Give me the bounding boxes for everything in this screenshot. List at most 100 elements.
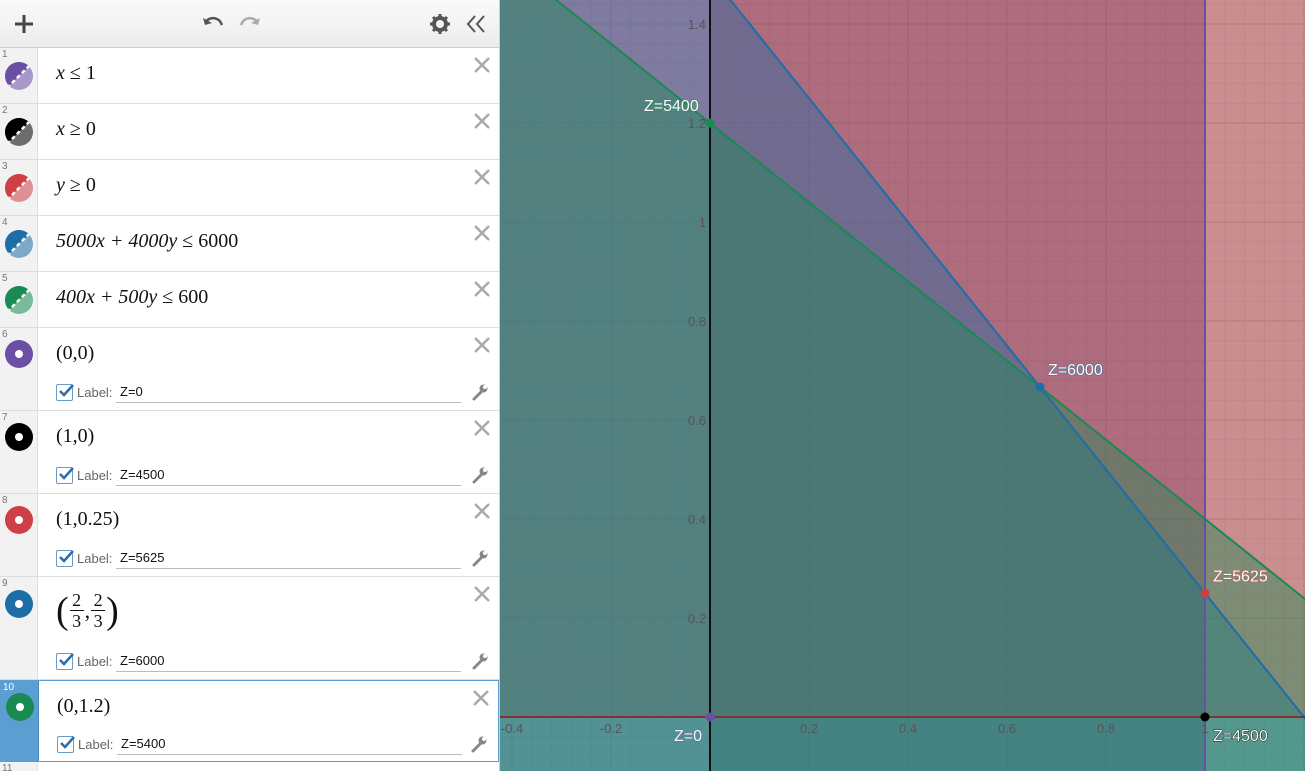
point-icon[interactable] bbox=[5, 506, 33, 534]
point-icon[interactable] bbox=[5, 590, 33, 618]
point-icon[interactable] bbox=[5, 423, 33, 451]
label-input[interactable] bbox=[116, 381, 461, 403]
wrench-icon[interactable] bbox=[471, 652, 489, 670]
expression-tab[interactable]: 4 bbox=[0, 216, 38, 271]
delete-expression-icon[interactable] bbox=[471, 110, 493, 132]
label-caption: Label: bbox=[77, 467, 113, 483]
expression-math[interactable]: x ≤ 1 bbox=[56, 62, 96, 85]
expression-row[interactable]: 1 x ≤ 1 bbox=[0, 48, 499, 104]
expression-math[interactable]: (0,1.2) bbox=[57, 695, 110, 718]
point-icon[interactable] bbox=[5, 340, 33, 368]
expression-tab[interactable]: 9 bbox=[0, 577, 38, 679]
undo-icon[interactable] bbox=[199, 10, 227, 38]
label-input[interactable] bbox=[117, 733, 462, 755]
graph-canvas[interactable]: -0.4 -0.2 0.2 0.4 0.6 0.8 1 0.2 0.4 0.6 0.8 1 1.2 1.4… bbox=[500, 0, 1305, 771]
x-tick-label: 1 bbox=[1201, 721, 1208, 736]
delete-expression-icon[interactable] bbox=[471, 54, 493, 76]
expression-tab[interactable]: 2 bbox=[0, 104, 38, 159]
expression-tab[interactable]: 11 bbox=[0, 762, 38, 771]
expression-math[interactable]: (1,0) bbox=[56, 425, 94, 448]
expression-tab[interactable]: 10 bbox=[1, 681, 39, 761]
delete-expression-icon[interactable] bbox=[471, 583, 493, 605]
expression-math[interactable]: y ≥ 0 bbox=[56, 174, 96, 197]
x-tick-label: 0.4 bbox=[899, 721, 917, 736]
expression-row[interactable]: 11 bbox=[0, 762, 499, 771]
expression-tab[interactable]: 1 bbox=[0, 48, 38, 103]
shaded-region-icon[interactable] bbox=[5, 118, 33, 146]
expression-tab[interactable]: 6 bbox=[0, 328, 38, 410]
x-tick-label: -0.4 bbox=[501, 721, 523, 736]
graph-point[interactable] bbox=[1035, 382, 1045, 392]
redo-icon[interactable] bbox=[236, 10, 264, 38]
expression-row[interactable]: 2 x ≥ 0 bbox=[0, 104, 499, 160]
expression-math[interactable]: 5000x + 4000y ≤ 6000 bbox=[56, 230, 238, 253]
graph-point[interactable] bbox=[1200, 588, 1210, 598]
graph-point[interactable] bbox=[1200, 712, 1210, 722]
wrench-icon[interactable] bbox=[471, 383, 489, 401]
x-tick-label: -0.2 bbox=[600, 721, 622, 736]
expression-row[interactable]: 9 ( 23 , 23 ) Label: bbox=[0, 577, 499, 680]
expression-tab[interactable]: 7 bbox=[0, 411, 38, 493]
y-tick-label: 0.6 bbox=[688, 413, 706, 428]
delete-expression-icon[interactable] bbox=[470, 687, 492, 709]
delete-expression-icon[interactable] bbox=[471, 417, 493, 439]
expression-row[interactable]: 7 (1,0) Label: bbox=[0, 411, 499, 494]
y-tick-label: 1.4 bbox=[688, 17, 706, 32]
label-row: Label: bbox=[56, 381, 466, 403]
gear-icon[interactable] bbox=[426, 10, 454, 38]
label-checkbox[interactable] bbox=[57, 735, 75, 753]
y-tick-label: 1 bbox=[699, 215, 706, 230]
expression-row[interactable]: 8 (1,0.25) Label: bbox=[0, 494, 499, 577]
graph-point[interactable] bbox=[705, 712, 715, 722]
label-row: Label: bbox=[57, 733, 467, 755]
expression-math[interactable]: 400x + 500y ≤ 600 bbox=[56, 286, 208, 309]
delete-expression-icon[interactable] bbox=[471, 166, 493, 188]
shaded-region-icon[interactable] bbox=[5, 62, 33, 90]
y-tick-label: 1.2 bbox=[688, 116, 706, 131]
plus-icon[interactable] bbox=[10, 10, 38, 38]
expression-row[interactable]: 10 (0,1.2) Label: bbox=[0, 680, 499, 762]
delete-expression-icon[interactable] bbox=[471, 500, 493, 522]
collapse-icon[interactable] bbox=[462, 10, 490, 38]
expression-tab[interactable]: 3 bbox=[0, 160, 38, 215]
y-tick-label: 0.2 bbox=[688, 611, 706, 626]
label-input[interactable] bbox=[116, 650, 461, 672]
label-checkbox[interactable] bbox=[56, 652, 74, 670]
expression-math[interactable]: ( 23 , 23 ) bbox=[56, 591, 119, 630]
wrench-icon[interactable] bbox=[471, 466, 489, 484]
expression-row[interactable]: 4 5000x + 4000y ≤ 6000 bbox=[0, 216, 499, 272]
expression-number: 8 bbox=[2, 495, 8, 506]
label-checkbox[interactable] bbox=[56, 383, 74, 401]
wrench-icon[interactable] bbox=[471, 549, 489, 567]
expression-number: 4 bbox=[2, 217, 8, 228]
graph-paper[interactable]: -0.4 -0.2 0.2 0.4 0.6 0.8 1 0.2 0.4 0.6 0.8 1 1.2 1.4… bbox=[500, 0, 1305, 771]
label-row: Label: bbox=[56, 547, 466, 569]
y-tick-label: 0.4 bbox=[688, 512, 706, 527]
expression-number: 3 bbox=[2, 161, 8, 172]
x-tick-label: 0.8 bbox=[1097, 721, 1115, 736]
wrench-icon[interactable] bbox=[470, 735, 488, 753]
point-icon[interactable] bbox=[6, 693, 34, 721]
delete-expression-icon[interactable] bbox=[471, 334, 493, 356]
expression-math[interactable]: x ≥ 0 bbox=[56, 118, 96, 141]
expression-number: 6 bbox=[2, 329, 8, 340]
shaded-region-icon[interactable] bbox=[5, 174, 33, 202]
expression-tab[interactable]: 5 bbox=[0, 272, 38, 327]
label-checkbox[interactable] bbox=[56, 466, 74, 484]
shaded-region-icon[interactable] bbox=[5, 286, 33, 314]
delete-expression-icon[interactable] bbox=[471, 222, 493, 244]
expression-row[interactable]: 3 y ≥ 0 bbox=[0, 160, 499, 216]
expression-math[interactable]: (0,0) bbox=[56, 342, 94, 365]
shaded-region-icon[interactable] bbox=[5, 230, 33, 258]
expression-tab[interactable]: 8 bbox=[0, 494, 38, 576]
graph-point[interactable] bbox=[705, 118, 715, 128]
label-input[interactable] bbox=[116, 547, 461, 569]
label-caption: Label: bbox=[77, 653, 113, 669]
label-checkbox[interactable] bbox=[56, 549, 74, 567]
expression-math[interactable]: (1,0.25) bbox=[56, 508, 119, 531]
expression-number: 5 bbox=[2, 273, 8, 284]
expression-row[interactable]: 5 400x + 500y ≤ 600 bbox=[0, 272, 499, 328]
label-input[interactable] bbox=[116, 464, 461, 486]
expression-row[interactable]: 6 (0,0) Label: bbox=[0, 328, 499, 411]
delete-expression-icon[interactable] bbox=[471, 278, 493, 300]
